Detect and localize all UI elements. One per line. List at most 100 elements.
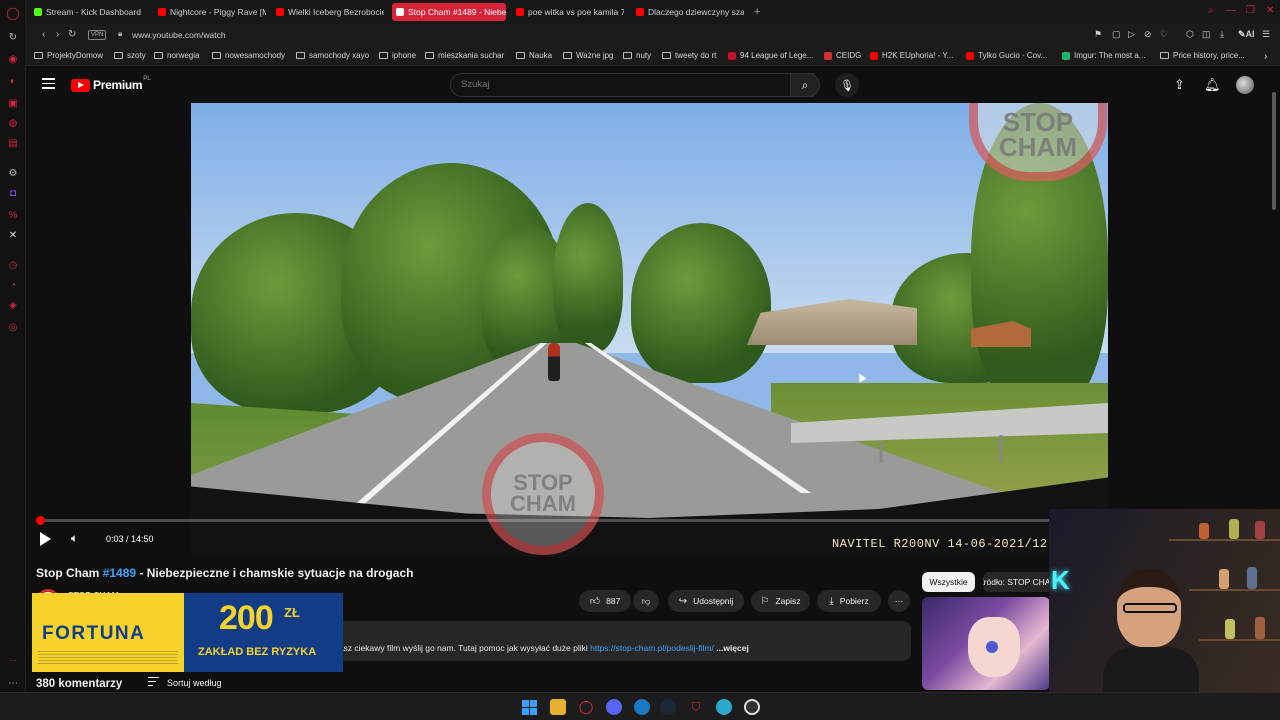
maximize-icon[interactable]: ❐ (1246, 5, 1255, 16)
bookmark-site[interactable]: 94 League of Lege... (728, 51, 813, 60)
sort-comments-button[interactable]: Sortuj według (148, 677, 222, 688)
like-button[interactable]: 👍︎ 887 (579, 590, 631, 612)
bookmark-folder[interactable]: nowesamochody (212, 51, 285, 60)
search-button[interactable]: ⌕ (790, 73, 820, 97)
start-button[interactable] (521, 699, 537, 715)
bookmark-folder[interactable]: iphone (379, 51, 416, 60)
download-button[interactable]: ⤓ Pobierz (817, 590, 881, 612)
volume-icon[interactable]: 🔈︎ (71, 531, 78, 546)
opera-taskbar-icon[interactable]: ◯ (578, 699, 594, 715)
lock-icon[interactable]: 🔒︎ (118, 29, 122, 39)
vpn-badge[interactable]: VPN (88, 30, 107, 40)
tab-dziewczyny[interactable]: Dlaczego dziewczyny szan (632, 3, 744, 21)
snapshot-icon[interactable]: ▢ (1112, 29, 1121, 40)
extensions-icon[interactable]: ⬡ (1186, 29, 1194, 40)
close-window-icon[interactable]: ✕ (1266, 5, 1274, 16)
player-icon[interactable]: ▷ (1128, 29, 1135, 40)
forward-icon[interactable]: › (56, 29, 59, 40)
youtube-logo[interactable]: Premium PL (71, 76, 151, 92)
save-button[interactable]: ⚐ Zapisz (751, 590, 810, 612)
bookmark-folder[interactable]: nuty (623, 51, 651, 60)
page-scrollbar[interactable] (1272, 92, 1276, 210)
tab-kick[interactable]: Stream - Kick Dashboard (30, 3, 150, 21)
upload-icon[interactable]: ⇪ (1174, 77, 1185, 93)
opera-logo-icon[interactable]: ◯ (6, 6, 20, 20)
bookmark-page-icon[interactable]: ⚑ (1094, 29, 1102, 40)
settings-icon[interactable]: ⚙ (6, 166, 20, 180)
search-box[interactable] (450, 73, 814, 97)
bookmark-folder[interactable]: norwegia (154, 51, 199, 60)
bookmark-folder[interactable]: tweety do rt (662, 51, 716, 60)
back-icon[interactable]: ‹ (42, 29, 45, 40)
bookmark-folder[interactable]: samochody xayo (296, 51, 369, 60)
cube-icon[interactable]: ◈ (6, 298, 20, 312)
tab-iceberg[interactable]: Wielki Iceberg Bezrobocie (272, 3, 384, 21)
discord-icon[interactable] (606, 699, 622, 715)
show-more-link[interactable]: ...więcej (714, 643, 749, 653)
aria-icon[interactable]: ◉ (6, 52, 20, 66)
bookmark-folder[interactable]: szoty (114, 51, 146, 60)
pinboard-icon[interactable]: ◎ (6, 320, 20, 334)
more-bookmarks-icon[interactable]: › (1264, 51, 1267, 62)
heart-icon[interactable]: ♡ (1160, 29, 1168, 40)
guide-menu-icon[interactable] (42, 78, 55, 89)
bookmark-folder[interactable]: mieszkania suchar (425, 51, 504, 60)
minimize-icon[interactable]: — (1226, 5, 1236, 16)
adblock-icon[interactable]: ⊘ (1144, 29, 1152, 40)
url-field[interactable]: www.youtube.com/watch (132, 30, 226, 40)
description-link[interactable]: https://stop-cham.pl/podeslij-film/ (590, 643, 714, 653)
notifications-bell-icon[interactable]: 🔔︎ (1204, 77, 1221, 93)
app-icon-2[interactable] (716, 699, 732, 715)
wallet-icon[interactable]: ◫ (1202, 29, 1211, 40)
shopping-icon[interactable]: ▣ (6, 96, 20, 110)
whatsapp-icon[interactable]: ◍ (6, 116, 20, 130)
history-icon[interactable]: ◷ (6, 258, 20, 272)
title-hashtag[interactable]: #1489 (103, 566, 136, 580)
reload-icon[interactable]: ↻ (68, 29, 76, 40)
bookmark-site[interactable]: H2K EUphoria! - Y... (870, 51, 953, 60)
chip-all[interactable]: Wszystkie (922, 572, 975, 592)
menu-icon[interactable]: ☰ (1262, 29, 1270, 40)
chip-source[interactable]: Źródło: STOP CHAM (983, 572, 1053, 592)
new-tab-button[interactable]: + (750, 3, 764, 21)
bookmark-site[interactable]: CEIDG (824, 51, 861, 60)
file-explorer-icon[interactable] (550, 699, 566, 715)
play-icon[interactable] (40, 532, 51, 546)
obs-icon[interactable] (744, 699, 760, 715)
clock-icon[interactable]: ◔ (6, 278, 20, 292)
tab-poe[interactable]: poe witka vs poe kamila 7 (512, 3, 624, 21)
tab-stop-cham[interactable]: Stop Cham #1489 - Niebe (392, 3, 506, 21)
bookmark-folder[interactable]: ProjektyDomow (34, 51, 103, 60)
steam-icon[interactable] (660, 699, 676, 715)
bookmark-folder[interactable]: Ważne jpg (563, 51, 614, 60)
bookmark-folder[interactable]: Price history, price... (1160, 51, 1245, 60)
more-sidebar-icon[interactable]: ⋯ (6, 654, 20, 668)
shield-icon[interactable]: ⛉ (688, 699, 704, 715)
reload-sidebar-icon[interactable]: ↻ (6, 30, 20, 44)
more-actions-button[interactable]: ⋯ (888, 590, 910, 612)
tab-nightcore[interactable]: Nightcore - Piggy Rave [M (154, 3, 266, 21)
fortuna-ad-overlay: FORTUNA 200 ZŁ ZAKŁAD BEZ RYZYKA (32, 593, 343, 672)
dislike-button[interactable]: 👎︎ (633, 590, 659, 612)
related-video-thumbnail[interactable] (922, 597, 1050, 690)
video-player[interactable]: STOP CHAM STOP CHAM NAVITEL R200NV 14-06… (191, 103, 1108, 557)
percent-icon[interactable]: % (6, 208, 20, 222)
twitch-icon[interactable]: ◘ (6, 186, 20, 200)
voice-search-button[interactable]: 🎙︎ (835, 73, 859, 97)
download-icon[interactable]: ⤓ (1220, 29, 1224, 40)
scrubber-handle[interactable] (36, 516, 45, 525)
account-avatar[interactable] (1236, 76, 1254, 94)
search-input[interactable] (461, 79, 761, 90)
aria-ai-button[interactable]: ✎AI (1238, 29, 1255, 40)
share-button[interactable]: ↪ Udostępnij (668, 590, 744, 612)
x-twitter-icon[interactable]: ✕ (6, 228, 20, 242)
bookmark-site[interactable]: Imgur: The most a... (1062, 51, 1145, 60)
bookmark-folder[interactable]: Nauka (516, 51, 552, 60)
music-icon[interactable]: ▤ (6, 136, 20, 150)
search-tabs-icon[interactable]: ⌕ (1208, 5, 1214, 16)
progress-bar[interactable] (36, 516, 1108, 525)
messenger-icon[interactable]: ◐ (6, 74, 20, 88)
sidebar-menu-icon[interactable]: ⋯ (6, 676, 20, 690)
app-icon[interactable] (634, 699, 650, 715)
bookmark-site[interactable]: Tylko Gucio - Cov... (966, 51, 1047, 60)
